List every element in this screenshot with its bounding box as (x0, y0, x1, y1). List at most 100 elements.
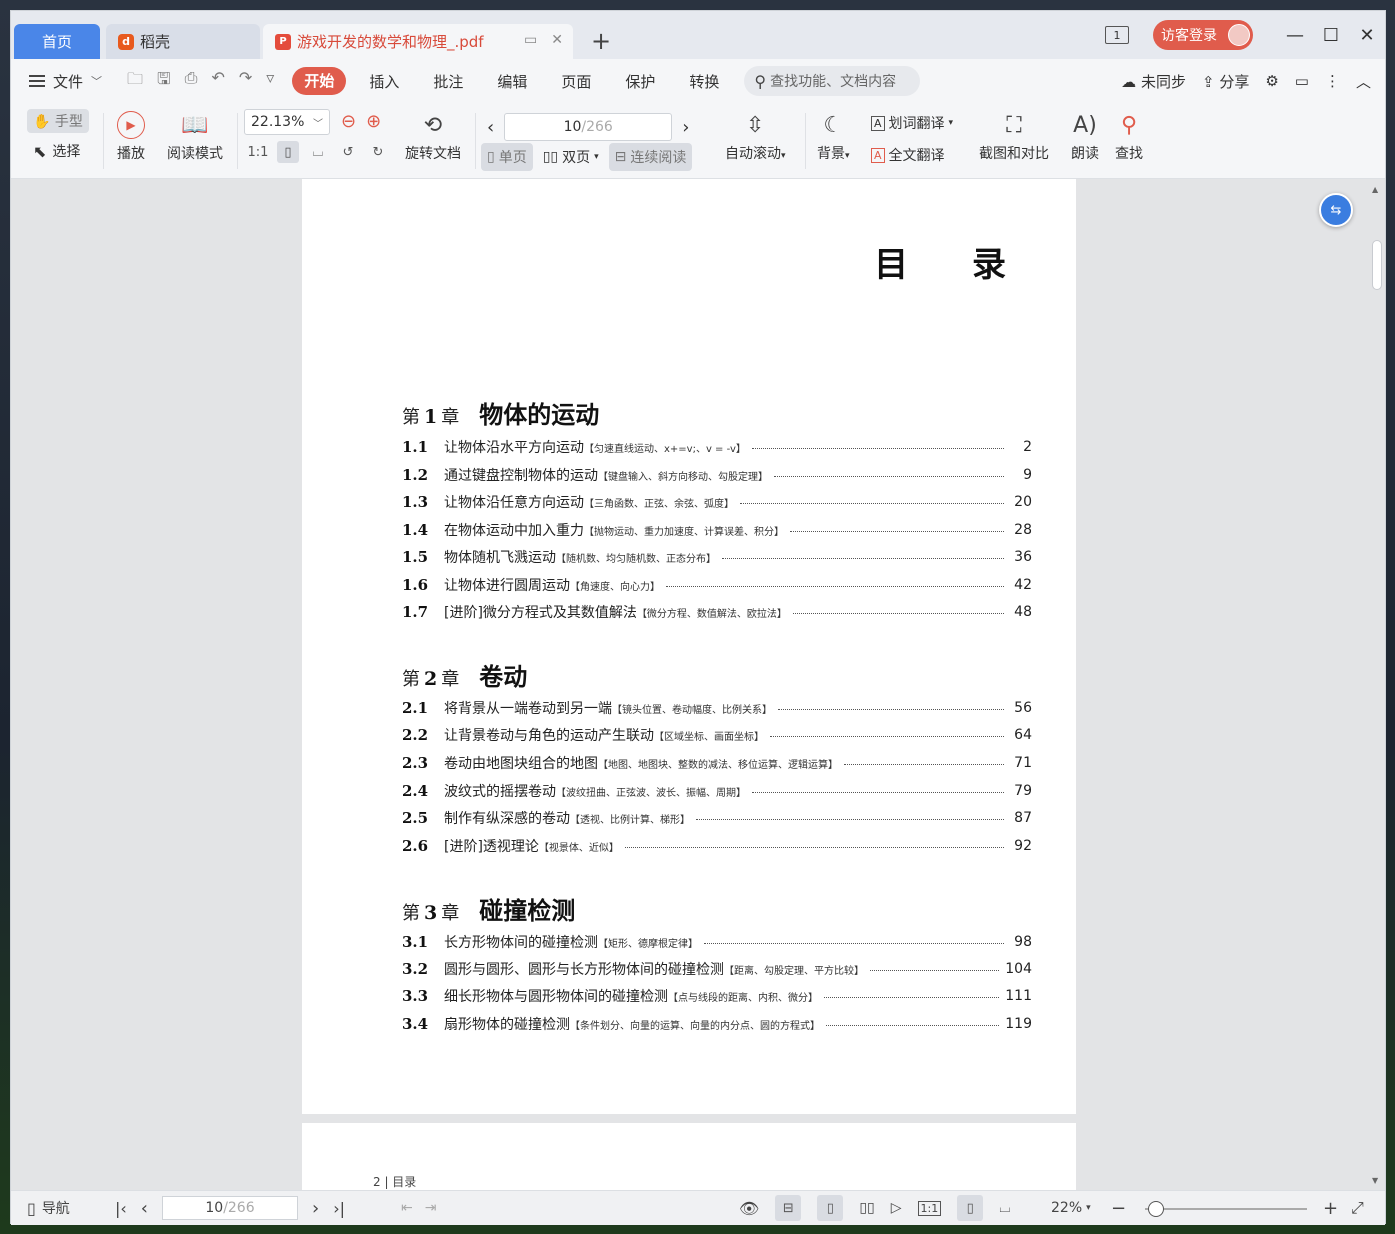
toc-entry[interactable]: 3.2 圆形与圆形、圆形与长方形物体间的碰撞检测 【距离、勾股定理、平方比较】 104 (402, 958, 1032, 980)
toc-entry[interactable]: 2.6 [进阶]透视理论 【视景体、近似】 92 (402, 835, 1032, 857)
toc-entry[interactable]: 2.1 将背景从一端卷动到另一端 【镜头位置、卷动幅度、比例关系】 56 (402, 697, 1032, 719)
toc-entry[interactable]: 2.3 卷动由地图块组合的地图 【地图、地图块、整数的减法、移位运算、逻辑运算】 71 (402, 752, 1032, 774)
vertical-scrollbar[interactable]: ▲ ▼ (1370, 185, 1382, 1185)
prev-page-icon[interactable]: ‹ (487, 117, 494, 138)
window-count-icon[interactable]: 1 (1105, 26, 1129, 44)
scroll-up-icon[interactable]: ▲ (1372, 185, 1378, 194)
tab-home[interactable]: 首页 (14, 24, 100, 59)
menu-tab-page[interactable]: 页面 (544, 71, 608, 92)
toc-entry[interactable]: 1.5 物体随机飞溅运动 【随机数、均匀随机数、正态分布】 36 (402, 546, 1032, 568)
double-page-button[interactable]: ▯▯ 双页 ▾ (537, 143, 605, 171)
fit-page-icon[interactable]: ▯ (277, 141, 299, 163)
toc-entry[interactable]: 1.2 通过键盘控制物体的运动 【键盘输入、斜方向移动、勾股定理】 9 (402, 464, 1032, 486)
zoom-in-button[interactable]: + (1323, 1198, 1338, 1219)
zoom-out-icon[interactable]: ⊖ (341, 111, 356, 132)
zoom-in-icon[interactable]: ⊕ (366, 111, 381, 132)
navigation-toggle[interactable]: ▯ 导航 (27, 1198, 70, 1218)
toc-entry[interactable]: 3.3 细长形物体与圆形物体间的碰撞检测 【点与线段的距离、内积、微分】 111 (402, 985, 1032, 1007)
play-button[interactable]: ▶ 播放 (117, 111, 145, 163)
menu-tab-annotate[interactable]: 批注 (416, 71, 480, 92)
print-icon[interactable]: ⎙ (185, 68, 198, 95)
toc-entry[interactable]: 2.4 波纹式的摇摆卷动 【波纹扭曲、正弦波、波长、振幅、周期】 79 (402, 780, 1032, 802)
fit-width-icon[interactable]: ⌴ (999, 1200, 1010, 1216)
fit-page-icon[interactable]: ▯ (957, 1195, 984, 1221)
comment-icon[interactable]: ▭ (1295, 72, 1309, 90)
search-input[interactable]: ⚲ 查找功能、文档内容 (744, 66, 921, 96)
play-icon[interactable]: ▷ (891, 1200, 902, 1216)
sync-status[interactable]: ☁ 未同步 (1121, 71, 1186, 92)
undo-icon[interactable]: ↶ (211, 68, 224, 95)
zoom-out-button[interactable]: − (1111, 1198, 1126, 1219)
hand-tool-button[interactable]: ✋ 手型 (27, 109, 89, 133)
rotate-left-icon[interactable]: ↺ (337, 141, 359, 163)
collapse-ribbon-icon[interactable]: ︿ (1356, 71, 1371, 92)
background-button[interactable]: ☾ 背景▾ (817, 111, 850, 163)
continuous-mode-icon[interactable]: ⊟ (775, 1195, 802, 1221)
read-aloud-button[interactable]: A) 朗读 (1071, 111, 1099, 163)
menu-tab-protect[interactable]: 保护 (608, 71, 672, 92)
toc-entry[interactable]: 2.2 让背景卷动与角色的运动产生联动 【区域坐标、画面坐标】 64 (402, 724, 1032, 746)
toc-entry[interactable]: 1.7 [进阶]微分方程式及其数值解法 【微分方程、数值解法、欧拉法】 48 (402, 601, 1032, 623)
new-tab-button[interactable]: + (591, 29, 611, 53)
prev-page-icon[interactable]: ‹ (141, 1198, 148, 1219)
file-menu[interactable]: 文件 ﹀ (11, 71, 115, 92)
customize-icon[interactable]: ▿ (266, 68, 274, 95)
more-icon[interactable]: ⋮ (1325, 72, 1340, 90)
continuous-read-button[interactable]: ⊟ 连续阅读 (608, 143, 693, 171)
settings-icon[interactable]: ⚙ (1265, 72, 1278, 90)
fit-width-icon[interactable]: ⌴ (307, 141, 329, 163)
zoom-slider[interactable] (1145, 1208, 1307, 1210)
save-icon[interactable]: 🖫 (157, 68, 171, 95)
maximize-button[interactable]: ☐ (1313, 25, 1349, 46)
status-zoom-select[interactable]: 22% ▾ (1051, 1200, 1091, 1216)
back-icon[interactable]: ⇤ (401, 1200, 413, 1216)
minimize-button[interactable]: — (1277, 25, 1313, 46)
page-number-input[interactable]: 10/266 (504, 113, 673, 141)
screenshot-compare-button[interactable]: ⛶ 截图和对比 (979, 111, 1049, 163)
menu-tab-start[interactable]: 开始 (292, 67, 347, 95)
read-mode-button[interactable]: 📖 阅读模式 (167, 111, 223, 163)
scrollbar-thumb[interactable] (1372, 240, 1382, 290)
fullscreen-button[interactable]: ⤢ (1351, 1198, 1364, 1218)
guest-login-button[interactable]: 访客登录 (1153, 20, 1253, 50)
toc-entry[interactable]: 1.3 让物体沿任意方向运动 【三角函数、正弦、余弦、弧度】 20 (402, 491, 1032, 513)
next-page-icon[interactable]: › (312, 1198, 319, 1219)
tab-docer[interactable]: d 稻壳 (106, 24, 260, 59)
close-tab-icon[interactable]: ✕ (551, 32, 563, 48)
rotate-right-icon[interactable]: ↻ (367, 141, 389, 163)
single-page-mode-icon[interactable]: ▯ (817, 1195, 844, 1221)
close-window-button[interactable]: ✕ (1349, 25, 1385, 46)
zoom-slider-handle[interactable] (1148, 1201, 1165, 1217)
forward-icon[interactable]: ⇥ (425, 1200, 437, 1216)
actual-size-icon[interactable]: 1:1 (247, 141, 269, 163)
status-page-input[interactable]: 10/266 (162, 1196, 298, 1220)
monitor-icon[interactable]: ▭ (524, 32, 537, 48)
menu-tab-convert[interactable]: 转换 (672, 71, 736, 92)
full-translate-button[interactable]: A 全文翻译 (871, 145, 945, 165)
autoscroll-button[interactable]: ⇳ 自动滚动▾ (725, 111, 786, 163)
tab-pdf-document[interactable]: P 游戏开发的数学和物理_.pdf ▭ ✕ (263, 24, 573, 59)
convert-float-button[interactable]: ⇆ (1319, 193, 1353, 227)
open-folder-icon[interactable]: 🗀 (127, 68, 143, 95)
last-page-icon[interactable]: ›| (333, 1199, 345, 1218)
rotate-document-button[interactable]: ⟲ 旋转文档 (405, 111, 461, 163)
word-translate-button[interactable]: A 划词翻译 ▾ (871, 113, 953, 133)
toc-entry[interactable]: 1.4 在物体运动中加入重力 【抛物运动、重力加速度、计算误差、积分】 28 (402, 519, 1032, 541)
toc-entry[interactable]: 1.6 让物体进行圆周运动 【角速度、向心力】 42 (402, 574, 1032, 596)
toc-entry[interactable]: 3.4 扇形物体的碰撞检测 【条件划分、向量的运算、向量的内分点、圆的方程式】 119 (402, 1013, 1032, 1035)
first-page-icon[interactable]: |‹ (115, 1199, 127, 1218)
zoom-select[interactable]: 22.13% ﹀ (244, 109, 330, 135)
toc-entry[interactable]: 1.1 让物体沿水平方向运动 【匀速直线运动、x+=v;、v = -v】 2 (402, 436, 1032, 458)
double-page-mode-icon[interactable]: ▯▯ (859, 1200, 874, 1216)
find-button[interactable]: ⚲ 查找 (1115, 111, 1143, 163)
next-page-icon[interactable]: › (682, 117, 689, 138)
document-viewport[interactable]: 目 录 第 1 章 物体的运动 1.1 让物体沿水平方向运动 【匀速直线运动、x+=… (11, 179, 1385, 1190)
single-page-button[interactable]: ▯ 单页 (481, 143, 533, 171)
eye-care-icon[interactable]: 👁 (739, 1199, 759, 1218)
select-tool-button[interactable]: ⬉ 选择 (33, 141, 80, 161)
redo-icon[interactable]: ↷ (239, 68, 252, 95)
share-button[interactable]: ⇪ 分享 (1202, 71, 1249, 92)
scroll-down-icon[interactable]: ▼ (1372, 1176, 1378, 1185)
toc-entry[interactable]: 3.1 长方形物体间的碰撞检测 【矩形、德摩根定律】 98 (402, 931, 1032, 953)
menu-tab-edit[interactable]: 编辑 (480, 71, 544, 92)
